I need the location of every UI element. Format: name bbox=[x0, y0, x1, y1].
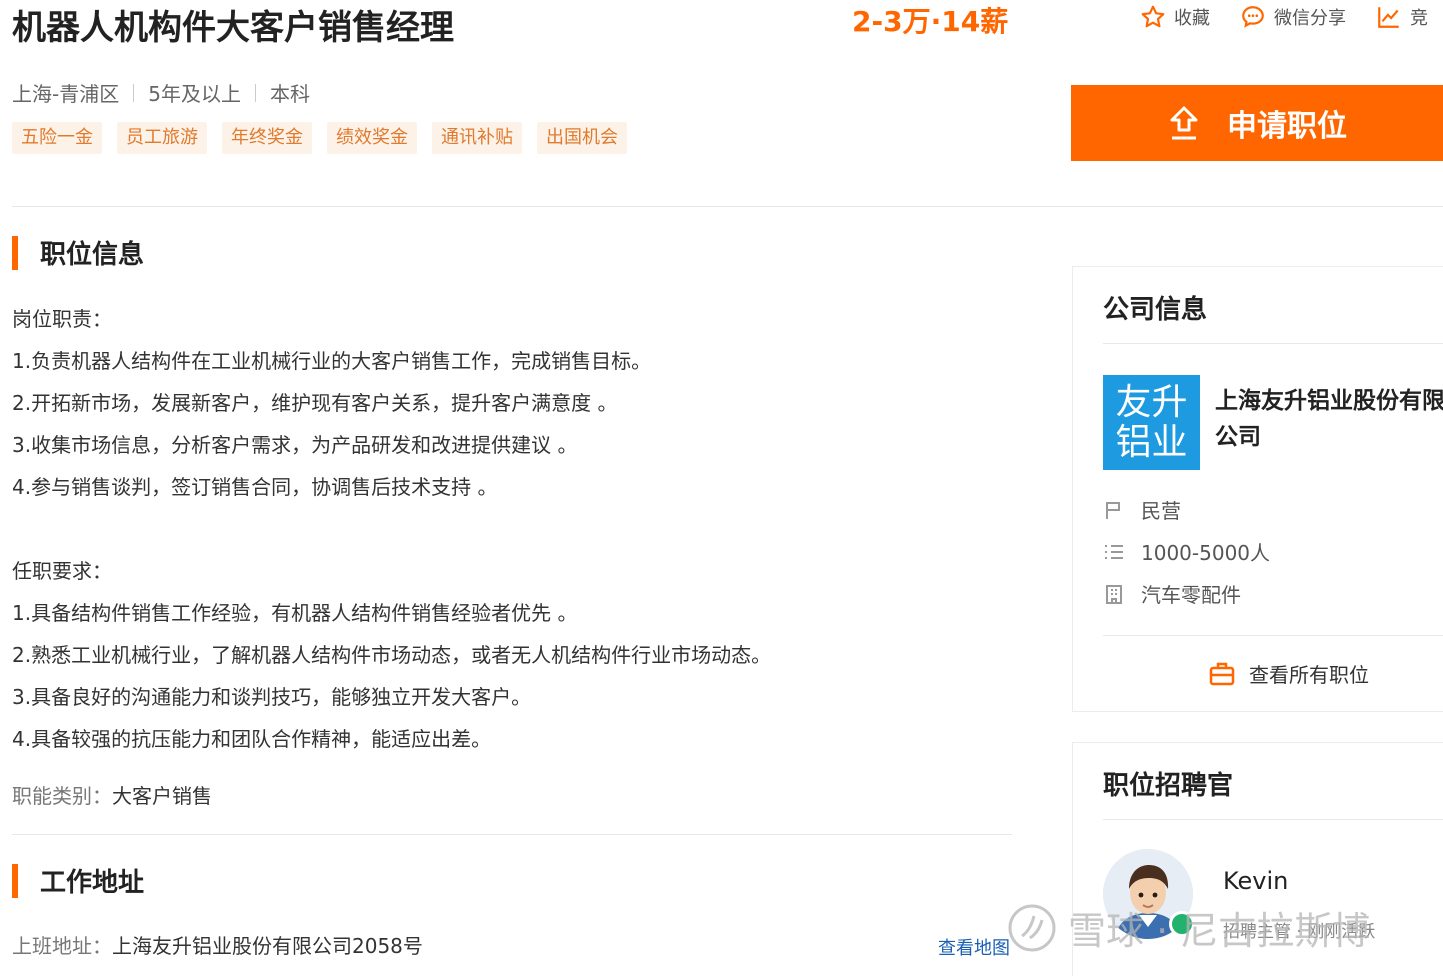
meta-divider bbox=[133, 83, 135, 102]
job-info-heading: 职位信息 bbox=[12, 234, 144, 271]
compete-label: 竞 bbox=[1410, 8, 1428, 29]
description-line: 4.参与销售谈判，签订销售合同，协调售后技术支持 。 bbox=[12, 475, 498, 499]
upload-icon bbox=[1170, 106, 1198, 140]
recruiter-role: 招聘主管 · 刚刚活跃 bbox=[1223, 922, 1376, 942]
recruiter-section-title: 职位招聘官 bbox=[1103, 771, 1234, 801]
job-description: 岗位职责： 1.负责机器人结构件在工业机械行业的大客户销售工作，完成销售目标。 … bbox=[12, 298, 1012, 760]
company-industry: 汽车零配件 bbox=[1141, 583, 1241, 607]
company-info-card: 公司信息 友升 铝业 上海友升铝业股份有限公司 民营 1000-5000人 汽车… bbox=[1072, 266, 1443, 712]
section-accent-bar bbox=[12, 863, 18, 898]
job-title: 机器人机构件大客户销售经理 bbox=[12, 8, 454, 48]
company-logo-text: 铝业 bbox=[1115, 421, 1188, 463]
description-line: 3.收集市场信息，分析客户需求，为产品研发和改进提供建议 。 bbox=[12, 433, 578, 457]
benefit-tag: 出国机会 bbox=[537, 122, 627, 154]
function-category: 职能类别：大客户销售 bbox=[12, 780, 212, 809]
function-category-label: 职能类别： bbox=[12, 784, 112, 808]
apply-button-label: 申请职位 bbox=[1227, 109, 1347, 144]
star-icon bbox=[1141, 5, 1165, 28]
description-blank-line bbox=[12, 508, 1012, 550]
description-line: 1.具备结构件销售工作经验，有机器人结构件销售经验者优先 。 bbox=[12, 601, 578, 625]
company-logo-text: 友升 bbox=[1115, 381, 1188, 423]
description-line: 岗位职责： bbox=[12, 307, 112, 331]
meta-divider bbox=[254, 83, 256, 102]
description-line: 4.具备较强的抗压能力和团队合作精神，能适应出差。 bbox=[12, 727, 492, 751]
trend-chart-icon bbox=[1378, 7, 1399, 28]
function-category-value: 大客户销售 bbox=[112, 784, 212, 808]
briefcase-icon bbox=[1209, 662, 1235, 685]
work-address-value: 上海友升铝业股份有限公司2058号 bbox=[112, 934, 423, 958]
job-location: 上海-青浦区 bbox=[12, 82, 120, 106]
wechat-share-label: 微信分享 bbox=[1274, 8, 1346, 29]
work-address-title: 工作地址 bbox=[40, 868, 145, 898]
company-industry-row: 汽车零配件 bbox=[1103, 579, 1241, 608]
description-line: 1.负责机器人结构件在工业机械行业的大客户销售工作，完成销售目标。 bbox=[12, 349, 652, 373]
description-line: 3.具备良好的沟通能力和谈判技巧，能够独立开发大客户。 bbox=[12, 685, 532, 709]
wechat-share-button[interactable]: 微信分享 bbox=[1240, 4, 1346, 30]
recruiter-name[interactable]: Kevin bbox=[1223, 867, 1288, 895]
description-line: 2.开拓新市场，发展新客户，维护现有客户关系，提升客户满意度 。 bbox=[12, 391, 618, 415]
company-size: 1000-5000人 bbox=[1141, 541, 1271, 565]
benefit-tag: 绩效奖金 bbox=[327, 122, 417, 154]
favorite-label: 收藏 bbox=[1174, 8, 1210, 29]
company-info-title: 公司信息 bbox=[1103, 295, 1208, 325]
view-all-jobs-link[interactable]: 查看所有职位 bbox=[1209, 659, 1369, 688]
job-info-title: 职位信息 bbox=[40, 240, 145, 270]
benefit-tag: 员工旅游 bbox=[117, 122, 207, 154]
company-logo[interactable]: 友升 铝业 bbox=[1103, 375, 1200, 470]
apply-button[interactable]: 申请职位 bbox=[1071, 85, 1443, 161]
snowball-logo-icon bbox=[1008, 904, 1056, 951]
chat-bubble-icon bbox=[1242, 6, 1264, 28]
company-type: 民营 bbox=[1141, 499, 1181, 523]
building-icon bbox=[1106, 584, 1122, 604]
list-icon bbox=[1105, 544, 1123, 559]
view-map-link[interactable]: 查看地图 bbox=[938, 934, 1010, 960]
divider bbox=[12, 206, 1443, 207]
job-meta: 上海-青浦区 5年及以上 本科 bbox=[12, 78, 310, 107]
company-type-row: 民营 bbox=[1103, 495, 1181, 524]
divider bbox=[1103, 343, 1443, 344]
benefit-tags: 五险一金 员工旅游 年终奖金 绩效奖金 通讯补贴 出国机会 bbox=[12, 122, 642, 154]
job-education: 本科 bbox=[269, 82, 310, 106]
job-actions: 收藏 微信分享 竞 bbox=[1140, 4, 1428, 30]
divider bbox=[12, 834, 1012, 835]
favorite-button[interactable]: 收藏 bbox=[1140, 4, 1210, 30]
work-address-label: 上班地址： bbox=[12, 934, 112, 958]
description-line: 任职要求： bbox=[12, 559, 112, 583]
compete-button[interactable]: 竞 bbox=[1376, 4, 1428, 30]
recruiter-card: 职位招聘官 Kevin 招聘主管 · 刚刚活跃 bbox=[1072, 742, 1443, 976]
benefit-tag: 五险一金 bbox=[12, 122, 102, 154]
divider bbox=[1103, 819, 1443, 820]
flag-icon bbox=[1106, 501, 1120, 519]
job-experience: 5年及以上 bbox=[148, 82, 241, 106]
description-line: 2.熟悉工业机械行业，了解机器人结构件市场动态，或者无人机结构件行业市场动态。 bbox=[12, 643, 772, 667]
divider bbox=[1103, 635, 1443, 636]
work-address-heading: 工作地址 bbox=[12, 862, 144, 899]
section-accent-bar bbox=[12, 235, 18, 270]
online-status-dot bbox=[1169, 911, 1195, 937]
view-all-jobs-label: 查看所有职位 bbox=[1249, 663, 1369, 687]
job-detail-page: 机器人机构件大客户销售经理 2-3万·14薪 收藏 微信分享 竞 上海-青浦区 … bbox=[0, 0, 1443, 976]
salary: 2-3万·14薪 bbox=[852, 5, 1009, 38]
benefit-tag: 通讯补贴 bbox=[432, 122, 522, 154]
company-name[interactable]: 上海友升铝业股份有限公司 bbox=[1215, 383, 1443, 455]
company-size-row: 1000-5000人 bbox=[1103, 537, 1270, 566]
benefit-tag: 年终奖金 bbox=[222, 122, 312, 154]
work-address: 上班地址：上海友升铝业股份有限公司2058号 bbox=[12, 930, 423, 959]
